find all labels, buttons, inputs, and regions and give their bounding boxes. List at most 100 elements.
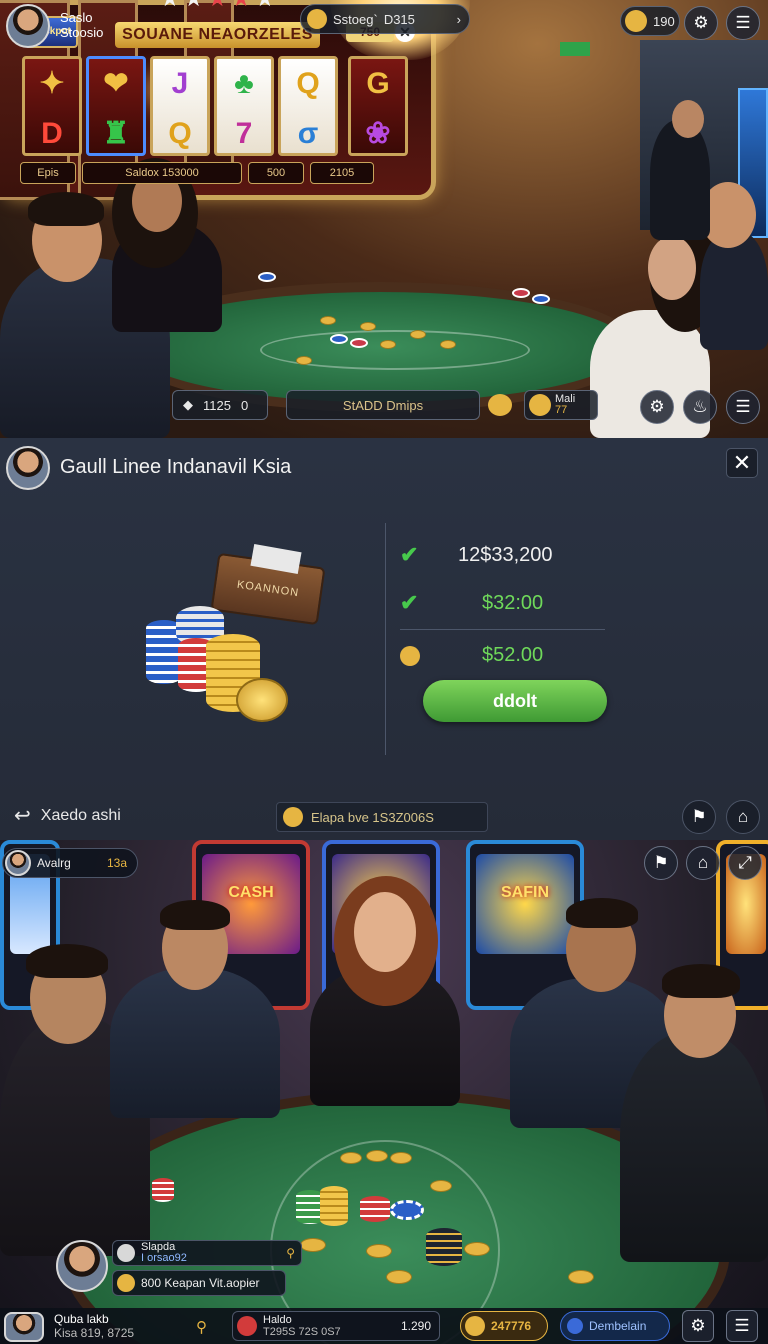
chip	[258, 272, 276, 282]
reel-2: ❤ ♜	[86, 56, 146, 156]
reel-symbol: ♜	[102, 117, 130, 150]
coin-icon	[625, 10, 647, 32]
close-icon: ✕	[732, 450, 752, 475]
reel-symbol: ♣	[234, 67, 254, 100]
gear-icon: ⚙	[649, 397, 665, 416]
player-tag-name: Avalrg	[37, 856, 71, 870]
mail-button[interactable]: Mali 77	[524, 390, 598, 420]
diamond-icon: ◆	[183, 397, 193, 412]
fire-button[interactable]: ♨	[683, 390, 717, 424]
reel-4: ♣ 7	[214, 56, 274, 156]
slot-field-left: Epis	[20, 162, 76, 184]
coins-pill[interactable]: 190	[620, 6, 680, 36]
player-card[interactable]: Slapda I orsao92 ⚲ 800 Keapan Vit.aopier	[56, 1240, 302, 1300]
reel-5: Q σ	[278, 56, 338, 156]
star-icon: ★	[207, 0, 227, 10]
player-avatar[interactable]	[6, 4, 50, 48]
coin-icon	[283, 807, 303, 827]
balance-label: Sstoeg`	[333, 11, 378, 27]
star-icon: ★	[184, 0, 204, 10]
footer-player-sub: Kisa 819, 8725	[54, 1326, 135, 1340]
chip-icon	[237, 1316, 257, 1336]
home-button[interactable]: ⌂	[726, 800, 760, 834]
star-icon: ★	[160, 0, 180, 10]
bonus-info-pill[interactable]: Elapa bve 1S3Z006S	[276, 802, 488, 832]
settings-button[interactable]: ⚙	[682, 1310, 714, 1342]
reel-symbol: 7	[235, 117, 253, 150]
chevron-right-icon: ›	[456, 11, 461, 27]
player-hair	[26, 944, 108, 978]
menu-icon: ☰	[734, 1316, 750, 1335]
location-icon: ⚲	[196, 1319, 207, 1336]
slot-field-bet: 500	[248, 162, 304, 184]
coins-value: 190	[653, 13, 675, 29]
dialog-title: Gaull Linee Indanavil Ksia	[60, 456, 292, 478]
gear-icon: ⚙	[693, 13, 709, 32]
coin	[360, 322, 376, 331]
back-link[interactable]: ↩ Xaedo ashi	[14, 803, 121, 828]
gear-icon: ⚙	[690, 1316, 706, 1335]
player-card-line3: 800 Keapan Vit.aopier	[141, 1276, 260, 1290]
divider	[385, 523, 386, 755]
expand-button[interactable]: ⤢	[728, 846, 762, 880]
settings-button[interactable]: ⚙	[640, 390, 674, 424]
chip	[350, 338, 368, 348]
chip	[532, 294, 550, 304]
back-link-label: Xaedo ashi	[40, 806, 121, 824]
menu-icon: ☰	[735, 13, 751, 32]
balance-pill[interactable]: Sstoeg` D315 ›	[300, 4, 470, 34]
player-card-balance: 800 Keapan Vit.aopier	[112, 1270, 286, 1296]
footer-action-label: Dembelain	[589, 1319, 647, 1333]
coin	[320, 316, 336, 325]
mail-label-block: Mali 77	[555, 394, 575, 416]
player-hair	[662, 964, 740, 998]
pin-button[interactable]: ⚑	[682, 800, 716, 834]
player-avatar	[5, 850, 31, 876]
home-icon: ⌂	[697, 853, 709, 872]
footer-coins[interactable]: 247776	[460, 1311, 548, 1341]
reward-value: $32:00	[482, 591, 544, 614]
machine-label: CASH	[228, 884, 274, 901]
reel-symbol: σ	[297, 117, 319, 150]
chip	[330, 334, 348, 344]
slot-field-win: 2105	[310, 162, 374, 184]
home-icon: ⌂	[737, 807, 749, 826]
footer-action-button[interactable]: Dembelain	[560, 1311, 670, 1341]
settings-button[interactable]: ⚙	[684, 6, 718, 40]
close-button[interactable]: ✕	[726, 448, 758, 478]
coin	[296, 356, 312, 365]
info-icon	[567, 1318, 583, 1334]
pin-button[interactable]: ⚑	[644, 846, 678, 880]
footer-player: Quba lakb Kisa 819, 8725	[54, 1312, 134, 1340]
chip-stack	[152, 1178, 174, 1202]
coin	[366, 1150, 388, 1162]
player-card-text: Slapda I orsao92	[141, 1242, 187, 1264]
flame-icon: ♨	[692, 397, 708, 416]
menu-icon: ☰	[735, 397, 751, 416]
exit-sign	[560, 42, 590, 56]
star-icon: ★	[231, 0, 251, 10]
chip	[512, 288, 530, 298]
menu-button[interactable]: ☰	[726, 390, 760, 424]
player-card-line2: I orsao92	[141, 1252, 187, 1264]
footer-balance[interactable]: Haldo T295S 72S 0S7 1.290	[232, 1311, 440, 1341]
chips-value: 1125	[203, 397, 231, 413]
player-head	[648, 236, 696, 300]
add-chips-button[interactable]: StADD Dmips	[286, 390, 480, 420]
menu-button[interactable]: ☰	[726, 1310, 758, 1342]
player-tag[interactable]: Avalrg 13a	[2, 848, 138, 878]
slot-status-bar: Epis Saldox 153000 500 2105	[20, 162, 415, 184]
collect-button[interactable]: ddolt	[423, 680, 607, 722]
footer-balance-sub: T295S 72S 0S7	[263, 1326, 341, 1338]
reward-value: $52.00	[482, 644, 544, 666]
reel-symbol: ✦	[39, 67, 65, 100]
reel-symbol: D	[41, 117, 63, 150]
menu-button[interactable]: ☰	[726, 6, 760, 40]
slot-field-balance: Saldox 153000	[82, 162, 242, 184]
home-button[interactable]: ⌂	[686, 846, 720, 880]
player-name: Saslo Stoosio	[60, 10, 103, 40]
pin-icon: ⚑	[691, 807, 707, 826]
check-icon: ✔	[400, 590, 419, 615]
footer-avatar[interactable]	[4, 1312, 44, 1342]
chip-stack	[320, 1186, 348, 1226]
